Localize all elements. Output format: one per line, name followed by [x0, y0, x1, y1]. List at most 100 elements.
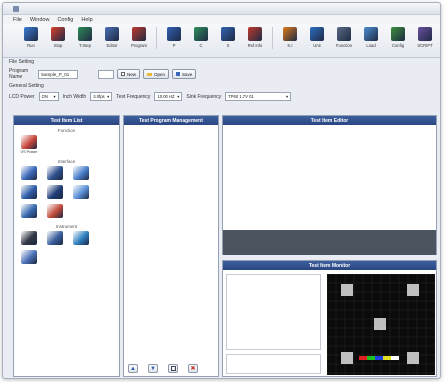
scope-color-bar — [359, 356, 367, 360]
test-item-tile[interactable] — [18, 250, 40, 265]
toolbar-button-8[interactable]: Ref.Info — [243, 27, 267, 48]
toolbar-button-9[interactable]: K.I — [278, 27, 302, 48]
menu-config[interactable]: Config — [57, 17, 73, 23]
new-button[interactable]: New — [117, 69, 141, 79]
test-item-tile[interactable] — [70, 185, 92, 200]
toolbar-button-label: P — [172, 43, 176, 48]
arrow-down-icon: ▼ — [150, 365, 156, 372]
item-group-row — [14, 202, 119, 221]
move-down-button[interactable]: ▼ — [148, 364, 158, 373]
toolbar-separator — [272, 27, 273, 49]
move-up-button[interactable]: ▲ — [128, 364, 138, 373]
new-file-icon — [121, 72, 125, 76]
monitor-rows — [227, 279, 320, 287]
instr-c-icon — [73, 231, 89, 245]
test-item-tile[interactable] — [70, 166, 92, 181]
toolbar-button-10[interactable]: Unit — [305, 27, 329, 48]
save-button[interactable]: Save — [172, 69, 197, 79]
program-name-input[interactable]: Sample_P_01 — [38, 69, 78, 79]
toolbar-button-14[interactable]: SCRIPT — [413, 27, 437, 48]
test-item-tile[interactable] — [18, 204, 40, 219]
test-item-editor-header: Test Item Editor — [223, 116, 436, 125]
test-item-tile[interactable] — [18, 231, 40, 246]
delete-icon: ✖ — [190, 366, 196, 372]
item-group-row — [14, 164, 119, 183]
test-item-tile[interactable]: VS Power — [18, 135, 40, 154]
inch-width-select[interactable]: 3.0fps ▾ — [90, 92, 113, 101]
open-button[interactable]: Open — [143, 69, 170, 79]
blank-input[interactable] — [98, 69, 114, 79]
load-icon — [364, 27, 378, 41]
test-item-tile[interactable] — [70, 231, 92, 246]
run-icon — [24, 27, 38, 41]
scope-marker — [374, 318, 386, 330]
toolbar-button-13[interactable]: Config — [386, 27, 410, 48]
test-item-label: VS Power — [20, 150, 38, 154]
interface-a-icon — [21, 166, 37, 180]
p-icon — [167, 27, 181, 41]
toolbar-button-0[interactable]: Run — [19, 27, 43, 48]
interface-g-icon — [21, 204, 37, 218]
toolbar-button-label: Run — [27, 43, 35, 48]
menu-window[interactable]: Window — [30, 17, 50, 23]
test-item-tile[interactable] — [44, 204, 66, 219]
test-item-tile[interactable] — [18, 166, 40, 181]
interface-c-icon — [73, 166, 89, 180]
program-icon — [132, 27, 146, 41]
item-group-row — [14, 183, 119, 202]
monitor-data-area — [226, 274, 321, 350]
toolbar-button-3[interactable]: Editor — [100, 27, 124, 48]
menu-file[interactable]: File — [13, 17, 22, 23]
item-group-row — [14, 248, 119, 267]
toolbar-button-12[interactable]: Load — [359, 27, 383, 48]
test-frequency-select[interactable]: 10.00 HZ ▾ — [154, 92, 183, 101]
delete-button[interactable]: ✖ — [188, 364, 198, 373]
toolbar-button-2[interactable]: T.Step — [73, 27, 97, 48]
instr-b-icon — [47, 231, 63, 245]
toolbar-button-4[interactable]: Program — [127, 27, 151, 48]
power-icon — [21, 135, 37, 149]
sink-frequency-select[interactable]: TP60 1.7V 01 ▾ — [225, 92, 292, 101]
scope-color-bar — [367, 356, 375, 360]
test-item-tile[interactable] — [44, 166, 66, 181]
toolbar-button-label: Program — [130, 43, 148, 48]
general-setting-row: LCD Power ON ▾ Inch Width 3.0fps ▾ Test Fr… — [9, 92, 436, 101]
toolbar-button-1[interactable]: Stop — [46, 27, 70, 48]
test-item-tile[interactable] — [44, 185, 66, 200]
disk-icon — [176, 72, 181, 76]
program-name-label: Program Name — [9, 68, 29, 80]
menu-help[interactable]: Help — [81, 17, 92, 23]
ki-icon — [283, 27, 297, 41]
scope-marker — [407, 284, 419, 296]
lcd-power-select[interactable]: ON ▾ — [38, 92, 59, 101]
toolbar-button-label: Editor — [106, 43, 118, 48]
instr-d-icon — [21, 250, 37, 264]
scope-color-bar — [375, 356, 383, 360]
toolbar-separator — [156, 27, 157, 49]
toolbar-button-label: Load — [366, 43, 376, 48]
toolbar-button-7[interactable]: S — [216, 27, 240, 48]
inch-width-label: Inch Width — [62, 93, 87, 100]
toolbar-button-label: C — [199, 43, 203, 48]
chevron-down-icon: ▾ — [53, 94, 56, 99]
unit-icon — [310, 27, 324, 41]
test-item-list-body: Function VS Power Interface Instrument — [14, 128, 119, 267]
folder-icon — [147, 72, 153, 76]
test-frequency-label: Test Frequency — [116, 93, 151, 100]
toolbar-button-label: Ref.Info — [247, 43, 263, 48]
config-icon — [391, 27, 405, 41]
scope-color-bar — [391, 356, 399, 360]
chevron-down-icon: ▾ — [286, 94, 289, 99]
test-item-tile[interactable] — [44, 231, 66, 246]
toolbar-button-label: SCRIPT — [417, 43, 433, 48]
toolbar-button-11[interactable]: Function — [332, 27, 356, 48]
program-step-list[interactable] — [124, 125, 218, 346]
script-icon — [418, 27, 432, 41]
toolbar-button-6[interactable]: C — [189, 27, 213, 48]
toolbar-button-label: K.I — [287, 43, 293, 48]
c-icon — [194, 27, 208, 41]
toolbar-button-5[interactable]: P — [162, 27, 186, 48]
test-item-tile[interactable] — [18, 185, 40, 200]
copy-button[interactable] — [168, 364, 178, 373]
item-group-row: VS Power — [14, 133, 119, 156]
